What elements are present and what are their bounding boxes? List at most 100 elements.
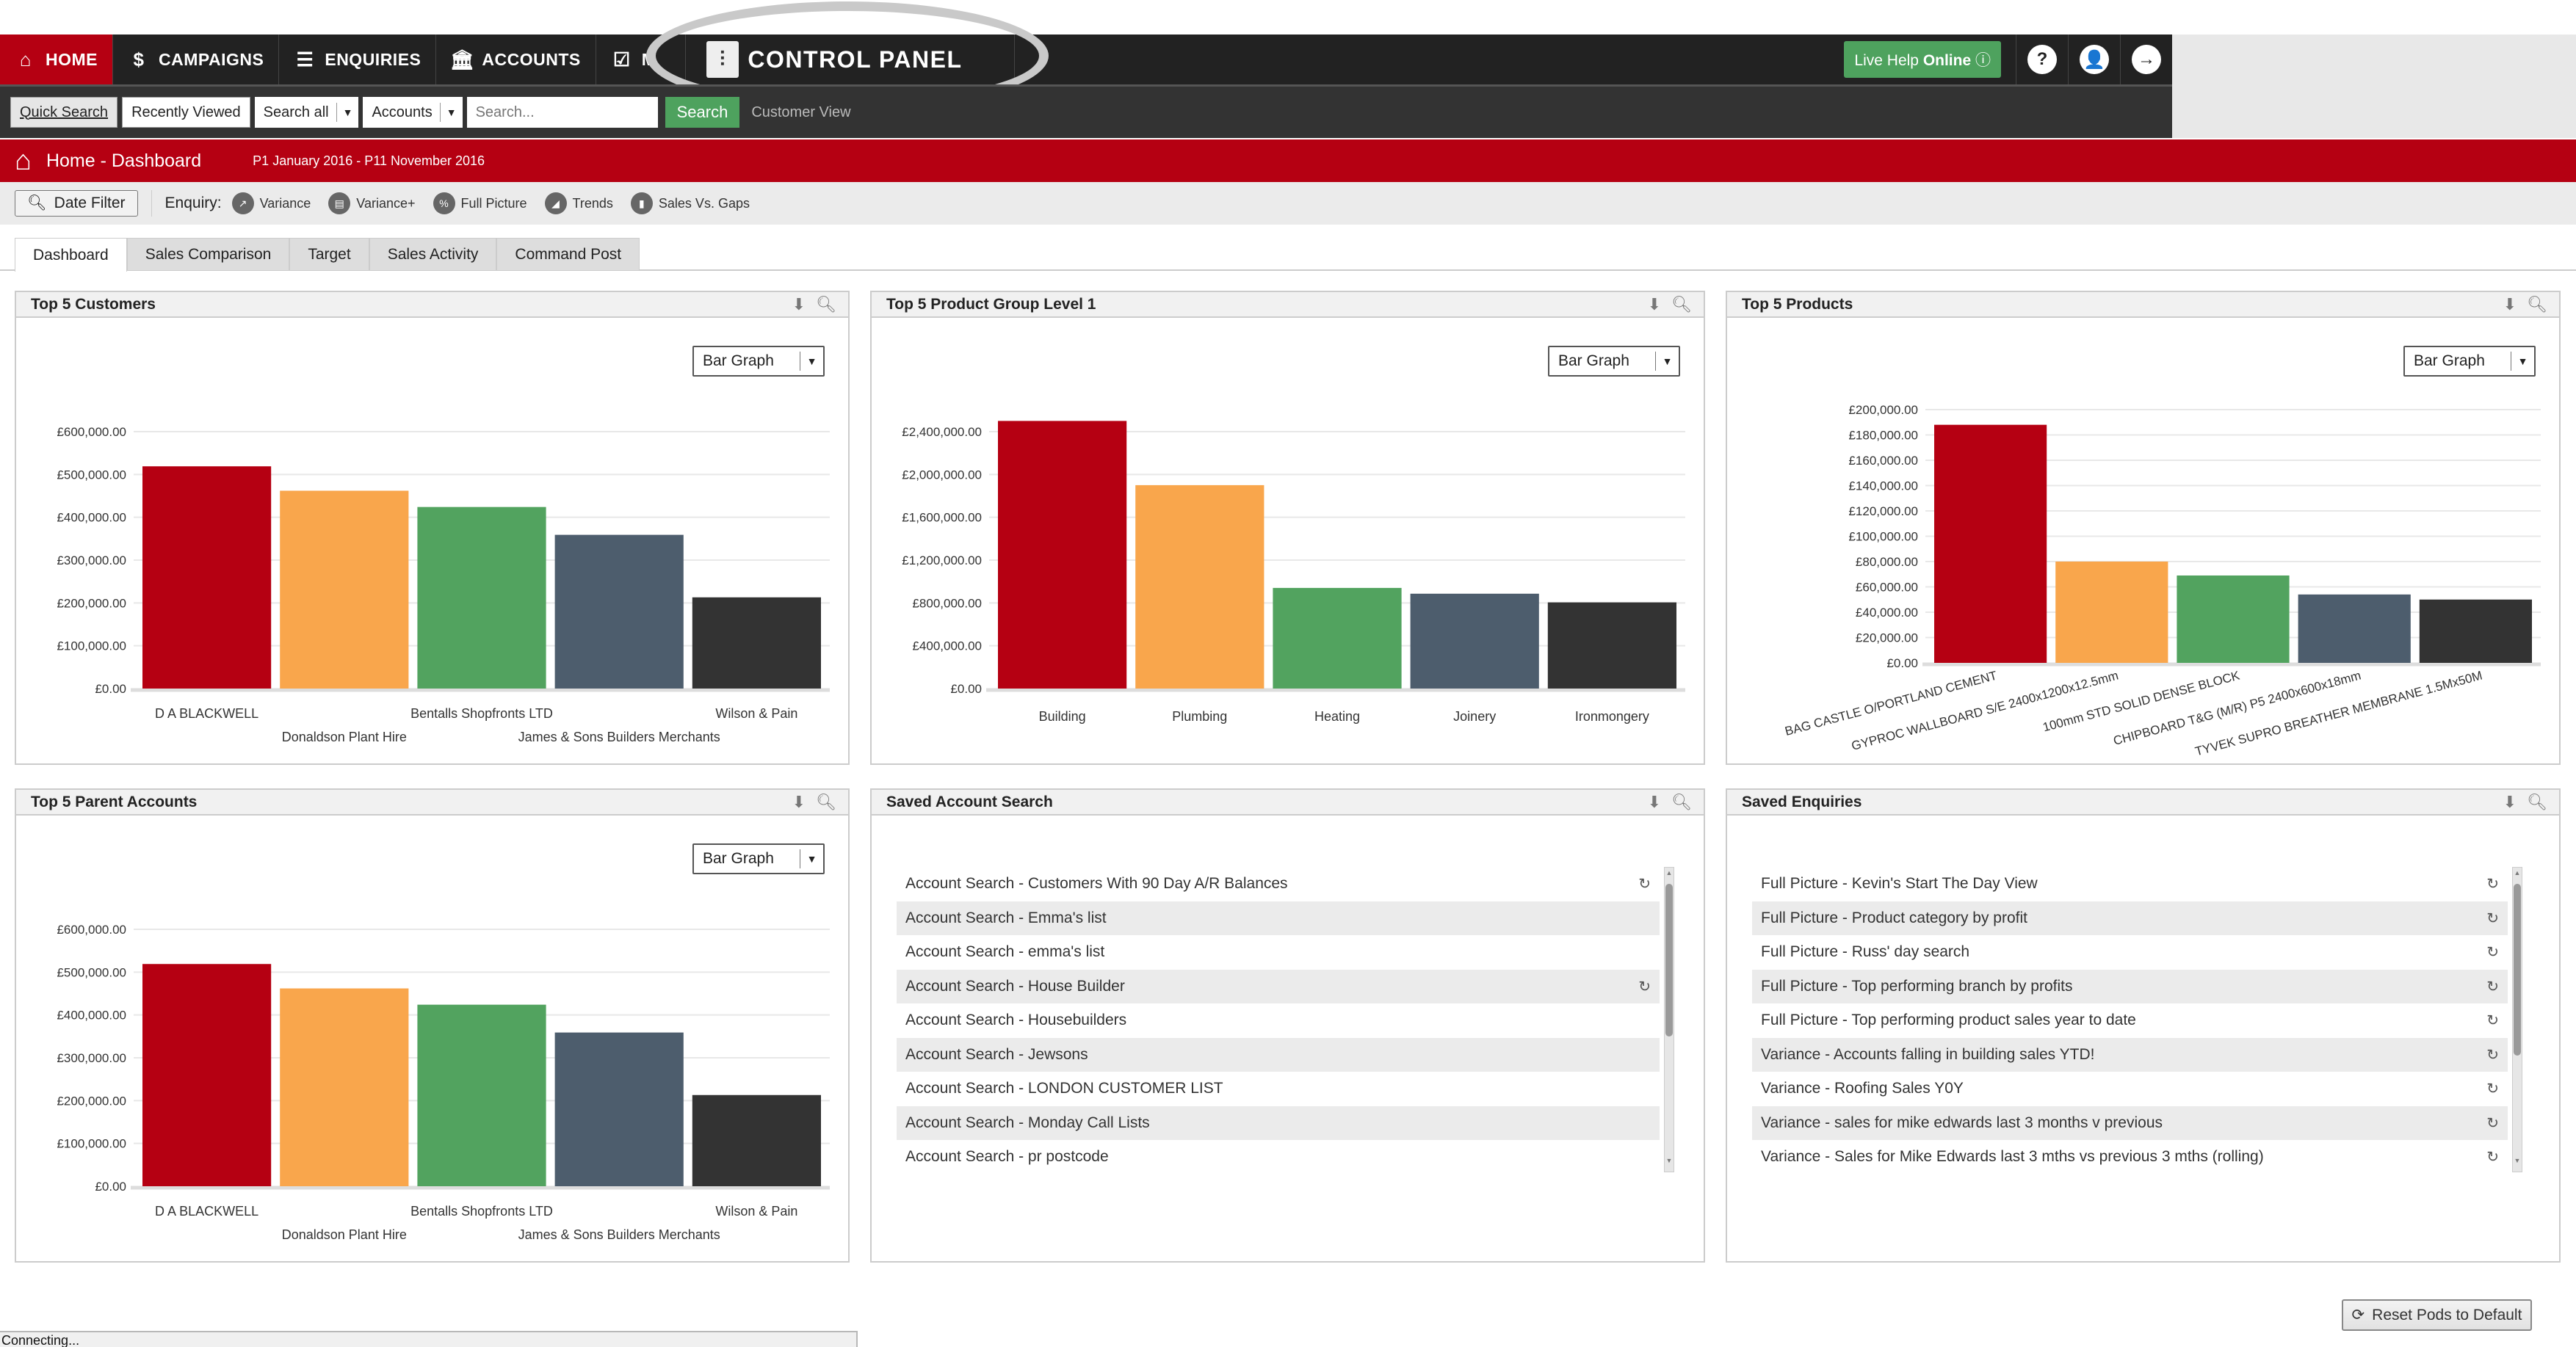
chevron-down-icon: ▼ [800,352,823,371]
enquiry-full-picture[interactable]: % Full Picture [433,192,527,214]
pin-icon[interactable]: ⬇ [792,295,806,314]
list-item[interactable]: Variance - Sales for Mike Edwards last 3… [1752,1140,2508,1174]
list-item[interactable]: Account Search - Jewsons [897,1037,1660,1072]
enquiry-sales-gaps[interactable]: ▮ Sales Vs. Gaps [630,192,750,214]
x-tick-label: Joinery [1453,709,1496,724]
list-item[interactable]: Account Search - emma's list [897,935,1660,970]
tab-sales-comparison[interactable]: Sales Comparison [126,238,290,270]
tab-sales-activity[interactable]: Sales Activity [369,238,497,270]
list-item[interactable]: Account Search - Monday Call Lists [897,1105,1660,1140]
logout-button[interactable]: → [2120,35,2172,84]
y-tick-label: £600,000.00 [57,425,126,439]
list-item[interactable]: Account Search - Customers With 90 Day A… [897,867,1660,901]
help-button[interactable]: ? [2016,35,2068,84]
list-item[interactable]: Variance - sales for mike edwards last 3… [1752,1105,2508,1140]
quick-search-tab[interactable]: Quick Search [10,97,118,128]
nav-control-panel[interactable]: ⫶ CONTROL PANEL [686,35,1015,84]
pin-icon[interactable]: ⬇ [1648,295,1661,314]
graph-type-select[interactable]: Bar Graph ▼ [1548,346,1680,377]
graph-type-select[interactable]: Bar Graph ▼ [692,843,825,874]
scroll-down-icon[interactable]: ▼ [1665,1157,1674,1170]
x-tick-label: Wilson & Pain [715,1204,797,1219]
scrollbar-thumb[interactable] [1665,884,1673,1036]
tab-target[interactable]: Target [289,238,369,270]
list-item[interactable]: Full Picture - Product category by profi… [1752,901,2508,935]
help-icon: ? [2027,45,2057,74]
pin-icon[interactable]: ⬇ [1648,793,1661,812]
pin-icon[interactable]: ⬇ [2503,295,2517,314]
nav-accounts[interactable]: 🏛 ACCOUNTS [436,35,596,84]
list-item[interactable]: Account Search - Emma's list [897,901,1660,935]
list-item[interactable]: Variance - Accounts falling in building … [1752,1037,2508,1072]
nav-campaigns[interactable]: $ CAMPAIGNS [113,35,280,84]
pod-top-products: Top 5 Products ⬇ 🔍︎ £0.00 £20,000.00 £40,00… [1726,291,2561,765]
list-item-label: Account Search - LONDON CUSTOMER LIST [905,1080,1223,1097]
graph-type-select[interactable]: Bar Graph ▼ [692,346,825,377]
recently-viewed-tab[interactable]: Recently Viewed [122,97,250,128]
dashboard-tabs: Dashboard Sales Comparison Target Sales … [15,238,640,272]
scroll-up-icon[interactable]: ▲ [2513,869,2522,882]
enquiry-trends[interactable]: ◢ Trends [544,192,613,214]
zoom-icon[interactable]: 🔍︎ [816,793,836,812]
y-tick-label: £300,000.00 [57,1051,126,1065]
zoom-icon[interactable]: 🔍︎ [816,295,836,314]
nav-enquiries-label: ENQUIRIES [325,49,422,69]
date-filter-button[interactable]: 🔍︎ Date Filter [15,190,138,217]
pin-icon[interactable]: ⬇ [2503,793,2517,812]
list-item[interactable]: Variance - Roofing Sales Y0Y ↻ [1752,1072,2508,1106]
user-button[interactable]: 👤 [2068,35,2120,84]
reset-pods-button[interactable]: ⟳ Reset Pods to Default [2342,1299,2532,1331]
nav-home[interactable]: ⌂ HOME [0,35,113,84]
list-item[interactable]: Full Picture - Top performing branch by … [1752,969,2508,1003]
scrollbar[interactable]: ▲ ▼ [1664,867,1674,1172]
refresh-icon[interactable]: ↻ [2486,977,2499,995]
refresh-icon[interactable]: ↻ [2486,1148,2499,1166]
search-button[interactable]: Search [665,97,740,128]
zoom-icon[interactable]: 🔍︎ [2527,295,2547,314]
list-item[interactable]: Full Picture - Russ' day search ↻ [1752,935,2508,970]
scroll-down-icon[interactable]: ▼ [2513,1157,2522,1170]
refresh-icon[interactable]: ↻ [1638,977,1651,995]
nav-my[interactable]: ☑ M [596,35,687,84]
search-type-select[interactable]: Accounts ▼ [363,97,463,128]
search-scope-select[interactable]: Search all ▼ [254,97,359,128]
list-item-label: Full Picture - Russ' day search [1761,943,1970,961]
tab-command-post[interactable]: Command Post [496,238,640,270]
reset-pods-label: Reset Pods to Default [2372,1306,2522,1324]
enquiry-variance[interactable]: ↗ Variance [231,192,311,214]
scrollbar-thumb[interactable] [2514,884,2521,1056]
bar [2177,575,2290,663]
scrollbar[interactable]: ▲ ▼ [2512,867,2522,1172]
variance-icon: ↗ [231,192,254,214]
refresh-icon[interactable]: ↻ [2486,1012,2499,1030]
list-item[interactable]: Account Search - House Builder ↻ [897,969,1660,1003]
refresh-icon[interactable]: ↻ [2486,1114,2499,1132]
live-help-button[interactable]: Live Help Online ⓘ [1844,41,2001,78]
list-item[interactable]: Account Search - pr postcode [897,1140,1660,1174]
refresh-icon[interactable]: ↻ [1638,875,1651,893]
refresh-icon[interactable]: ↻ [2486,943,2499,962]
tab-dashboard[interactable]: Dashboard [15,238,127,272]
refresh-icon[interactable]: ↻ [2486,1080,2499,1098]
zoom-icon[interactable]: 🔍︎ [2527,793,2547,812]
enquiry-variance-plus[interactable]: ▤ Variance+ [328,192,416,214]
list-item[interactable]: Account Search - Housebuilders [897,1003,1660,1038]
search-input[interactable] [466,97,658,128]
list-item[interactable]: Account Search - LONDON CUSTOMER LIST [897,1072,1660,1106]
breadcrumb: ⌂ Home - Dashboard P1 January 2016 - P11… [0,139,2576,182]
zoom-icon[interactable]: 🔍︎ [1671,295,1692,314]
graph-type-select[interactable]: Bar Graph ▼ [2403,346,2536,377]
scroll-up-icon[interactable]: ▲ [1665,869,1674,882]
zoom-icon[interactable]: 🔍︎ [1671,793,1692,812]
chevron-down-icon: ▼ [800,849,823,868]
refresh-icon[interactable]: ↻ [2486,875,2499,893]
customer-view-link[interactable]: Customer View [751,104,850,121]
bar [554,534,684,689]
nav-enquiries[interactable]: ☰ ENQUIRIES [279,35,437,84]
refresh-icon[interactable]: ↻ [2486,909,2499,927]
enquiry-label: Enquiry: [164,195,222,211]
refresh-icon[interactable]: ↻ [2486,1045,2499,1064]
list-item[interactable]: Full Picture - Kevin's Start The Day Vie… [1752,867,2508,901]
pin-icon[interactable]: ⬇ [792,793,806,812]
list-item[interactable]: Full Picture - Top performing product sa… [1752,1003,2508,1038]
